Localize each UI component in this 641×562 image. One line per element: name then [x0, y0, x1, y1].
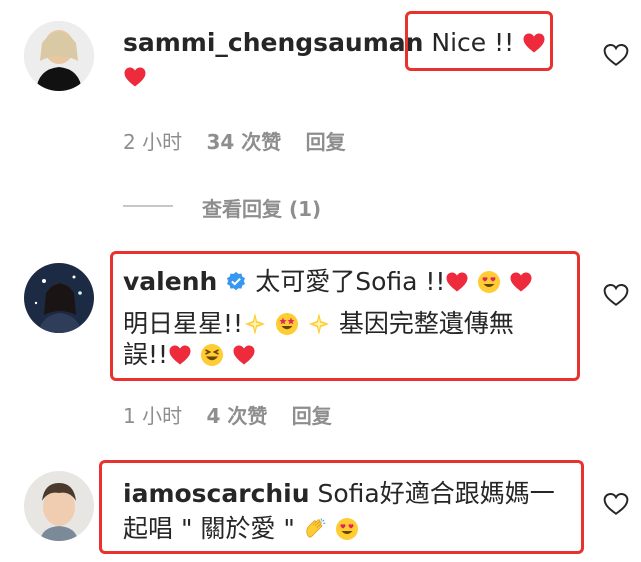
avatar-valenh[interactable]	[24, 263, 94, 333]
like-heart-icon[interactable]	[603, 283, 629, 307]
comment-1-line-2	[123, 60, 147, 94]
avatar-iamoscarchiu[interactable]	[24, 471, 94, 541]
reply-button[interactable]: 回复	[306, 130, 346, 154]
view-replies-divider	[123, 205, 173, 207]
view-replies-button[interactable]: 查看回复 (1)	[202, 193, 321, 222]
comment-username[interactable]: sammi_chengsauman	[123, 28, 423, 57]
like-heart-icon[interactable]	[603, 43, 629, 67]
avatar-sammi[interactable]	[24, 21, 94, 91]
heart-emoji-icon	[123, 65, 147, 89]
avatar-portrait-icon	[24, 263, 94, 333]
like-heart-icon[interactable]	[603, 492, 629, 516]
comment-2-meta: 1 小时 4 次赞 回复	[123, 400, 332, 429]
avatar-portrait-icon	[24, 21, 94, 91]
comment-likes[interactable]: 34 次赞	[206, 130, 281, 154]
comment-1-meta: 2 小时 34 次赞 回复	[123, 126, 346, 155]
comment-time: 2 小时	[123, 130, 183, 154]
reply-button[interactable]: 回复	[292, 404, 332, 428]
highlight-box	[110, 251, 580, 381]
comment-likes[interactable]: 4 次赞	[206, 404, 267, 428]
highlight-box	[405, 11, 553, 71]
avatar-portrait-icon	[24, 471, 94, 541]
highlight-box	[99, 460, 584, 554]
comment-time: 1 小时	[123, 404, 183, 428]
